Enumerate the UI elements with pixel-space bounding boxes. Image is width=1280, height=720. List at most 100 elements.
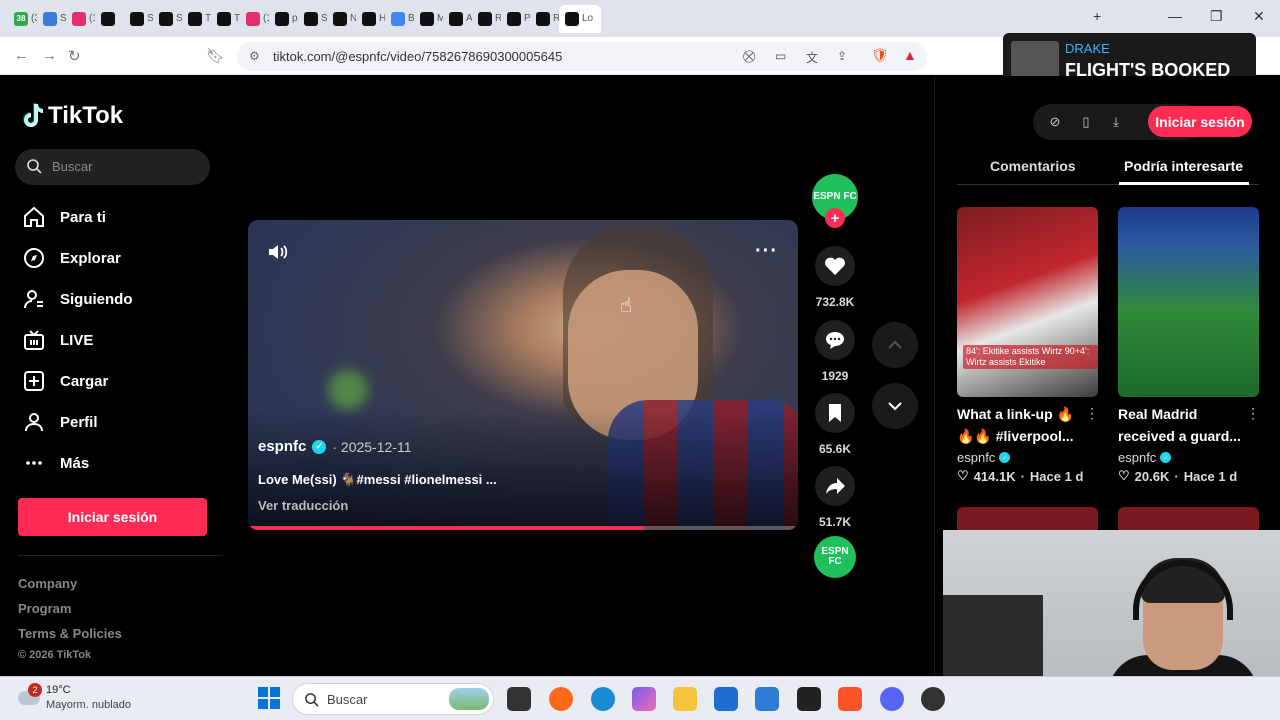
task-view-icon[interactable]	[507, 687, 531, 711]
browser-tab[interactable]: N	[327, 5, 356, 33]
comment-button[interactable]	[815, 320, 855, 360]
app-icon[interactable]	[549, 687, 573, 711]
edge-icon[interactable]	[591, 687, 615, 711]
save-button[interactable]	[815, 393, 855, 433]
browser-tab[interactable]: R	[472, 5, 501, 33]
browser-tab[interactable]: 38(3	[8, 5, 37, 33]
sidebar-item-upload[interactable]: Cargar	[22, 366, 108, 396]
footer-program-link[interactable]: Program	[18, 601, 71, 616]
reload-icon[interactable]: ↻	[68, 47, 81, 65]
footer-company-link[interactable]: Company	[18, 576, 77, 591]
browser-tab[interactable]	[95, 5, 124, 33]
like-button[interactable]	[815, 246, 855, 286]
brave-icon[interactable]	[838, 687, 862, 711]
browser-tab[interactable]: H	[356, 5, 385, 33]
share-icon[interactable]: ⇪	[837, 49, 847, 63]
download-icon[interactable]: ⤓	[1107, 113, 1125, 131]
app-icon[interactable]	[797, 687, 821, 711]
phone-icon[interactable]: ▯	[1077, 113, 1095, 131]
browser-tab[interactable]: A	[443, 5, 472, 33]
taskbar-search[interactable]: Buscar	[292, 683, 494, 715]
browser-tab[interactable]: Ti	[182, 5, 211, 33]
translate-link[interactable]: Ver traducción	[258, 498, 348, 513]
brave-shield-icon[interactable]: 🛡︎	[871, 47, 889, 64]
sidebar-item-profile[interactable]: Perfil	[22, 407, 98, 437]
maximize-button[interactable]: ❐	[1210, 8, 1223, 25]
cast-icon[interactable]: ▭	[775, 49, 786, 63]
video-author[interactable]: espnfc ✓ · 2025-12-11	[258, 438, 412, 455]
store-icon[interactable]	[714, 687, 738, 711]
footer-terms-link[interactable]: Terms & Policies	[18, 626, 122, 641]
browser-tab[interactable]: R	[530, 5, 559, 33]
close-window-button[interactable]: ✕	[1253, 8, 1265, 25]
browser-tab[interactable]: M	[414, 5, 443, 33]
browser-tab[interactable]: (1	[66, 5, 95, 33]
search-input[interactable]: Buscar	[15, 149, 210, 185]
login-button[interactable]: Iniciar sesión	[18, 498, 207, 536]
card-title[interactable]: Real Madrid received a guard...	[1118, 403, 1250, 447]
start-button[interactable]	[258, 687, 280, 709]
tiktok-wordmark: TikTok	[48, 102, 124, 129]
previous-video-button[interactable]	[872, 322, 918, 368]
browser-tab[interactable]: P	[501, 5, 530, 33]
card-more-icon[interactable]: ⋮	[1246, 405, 1260, 422]
browser-tab-bar: 38(3Sc(1ScScTiTu(1pcSlNHBMARPRLo✕ + — ❐ …	[0, 0, 1280, 37]
sidebar-item-compass[interactable]: Explorar	[22, 243, 121, 273]
mail-icon[interactable]	[755, 687, 779, 711]
video-player[interactable]: ··· espnfc ✓ · 2025-12-11 Love Me(ssi) 🐐…	[248, 220, 798, 530]
browser-tab[interactable]: Sl	[298, 5, 327, 33]
translate-icon[interactable]: 文	[806, 49, 818, 66]
card-title[interactable]: What a link-up 🔥🔥🔥 #liverpool...	[957, 403, 1089, 447]
video-thumbnail[interactable]	[1118, 207, 1259, 397]
browser-tab[interactable]: Sc	[37, 5, 66, 33]
sidebar-divider	[18, 555, 223, 556]
forward-icon[interactable]: →	[42, 47, 57, 64]
card-likes: 414.1K	[973, 468, 1016, 484]
sidebar-item-home[interactable]: Para ti	[22, 202, 106, 232]
tab-comments[interactable]: Comentarios	[990, 158, 1076, 174]
browser-tab[interactable]: (1	[240, 5, 269, 33]
save-count: 65.6K	[818, 442, 852, 456]
browser-tab[interactable]: Tu	[211, 5, 240, 33]
header-login-button[interactable]: Iniciar sesión	[1148, 106, 1252, 137]
app-icon[interactable]	[921, 687, 945, 711]
new-tab-button[interactable]: +	[1093, 8, 1101, 24]
back-icon[interactable]: ←	[14, 47, 29, 64]
sidebar-item-live[interactable]: LIVE	[22, 325, 93, 355]
browser-tab[interactable]: Sc	[124, 5, 153, 33]
browser-tab[interactable]: Sc	[153, 5, 182, 33]
card-author[interactable]: espnfc ✓	[957, 450, 1011, 465]
discord-icon[interactable]	[880, 687, 904, 711]
sidebar-item-more[interactable]: Más	[22, 448, 89, 478]
card-more-icon[interactable]: ⋮	[1085, 405, 1099, 422]
tiktok-logo[interactable]: TikTok	[22, 102, 123, 130]
more-options-icon[interactable]: ···	[755, 240, 778, 263]
tab-suggested[interactable]: Podría interesarte	[1124, 158, 1243, 174]
file-explorer-icon[interactable]	[673, 687, 697, 711]
brave-rewards-icon[interactable]: ▲	[903, 47, 917, 63]
video-caption[interactable]: Love Me(ssi) 🐐#messi #lionelmessi ...	[258, 472, 497, 488]
volume-icon[interactable]	[266, 240, 290, 264]
video-thumbnail[interactable]: 84': Ekitike assists Wirtz 90+4': Wirtz …	[957, 207, 1098, 397]
card-likes: 20.6K	[1134, 468, 1170, 484]
browser-tab[interactable]: pc	[269, 5, 298, 33]
share-button[interactable]	[815, 466, 855, 506]
coin-icon[interactable]: ⊘	[1046, 113, 1064, 131]
follow-button[interactable]: +	[825, 208, 845, 228]
tab-favicon-icon	[420, 11, 434, 26]
card-author[interactable]: espnfc ✓	[1118, 450, 1172, 465]
minimize-button[interactable]: —	[1168, 8, 1182, 24]
next-video-button[interactable]	[872, 383, 918, 429]
tab-favicon-icon	[565, 11, 579, 26]
copilot-icon[interactable]	[632, 687, 656, 711]
site-settings-icon[interactable]: ⚙︎	[249, 49, 260, 63]
video-progress-bar[interactable]	[248, 526, 798, 530]
browser-tab[interactable]: Lo✕	[559, 4, 601, 33]
bookmark-icon[interactable]: 🔖︎	[206, 47, 225, 65]
browser-tab[interactable]: B	[385, 5, 414, 33]
tab-favicon-icon	[159, 11, 173, 26]
sound-avatar[interactable]: ESPN FC	[814, 536, 856, 578]
sidebar-item-following[interactable]: Siguiendo	[22, 284, 133, 314]
mute-site-icon[interactable]: ⛒	[743, 49, 755, 64]
url-field[interactable]: ⚙︎ tiktok.com/@espnfc/video/758267869030…	[237, 42, 927, 71]
